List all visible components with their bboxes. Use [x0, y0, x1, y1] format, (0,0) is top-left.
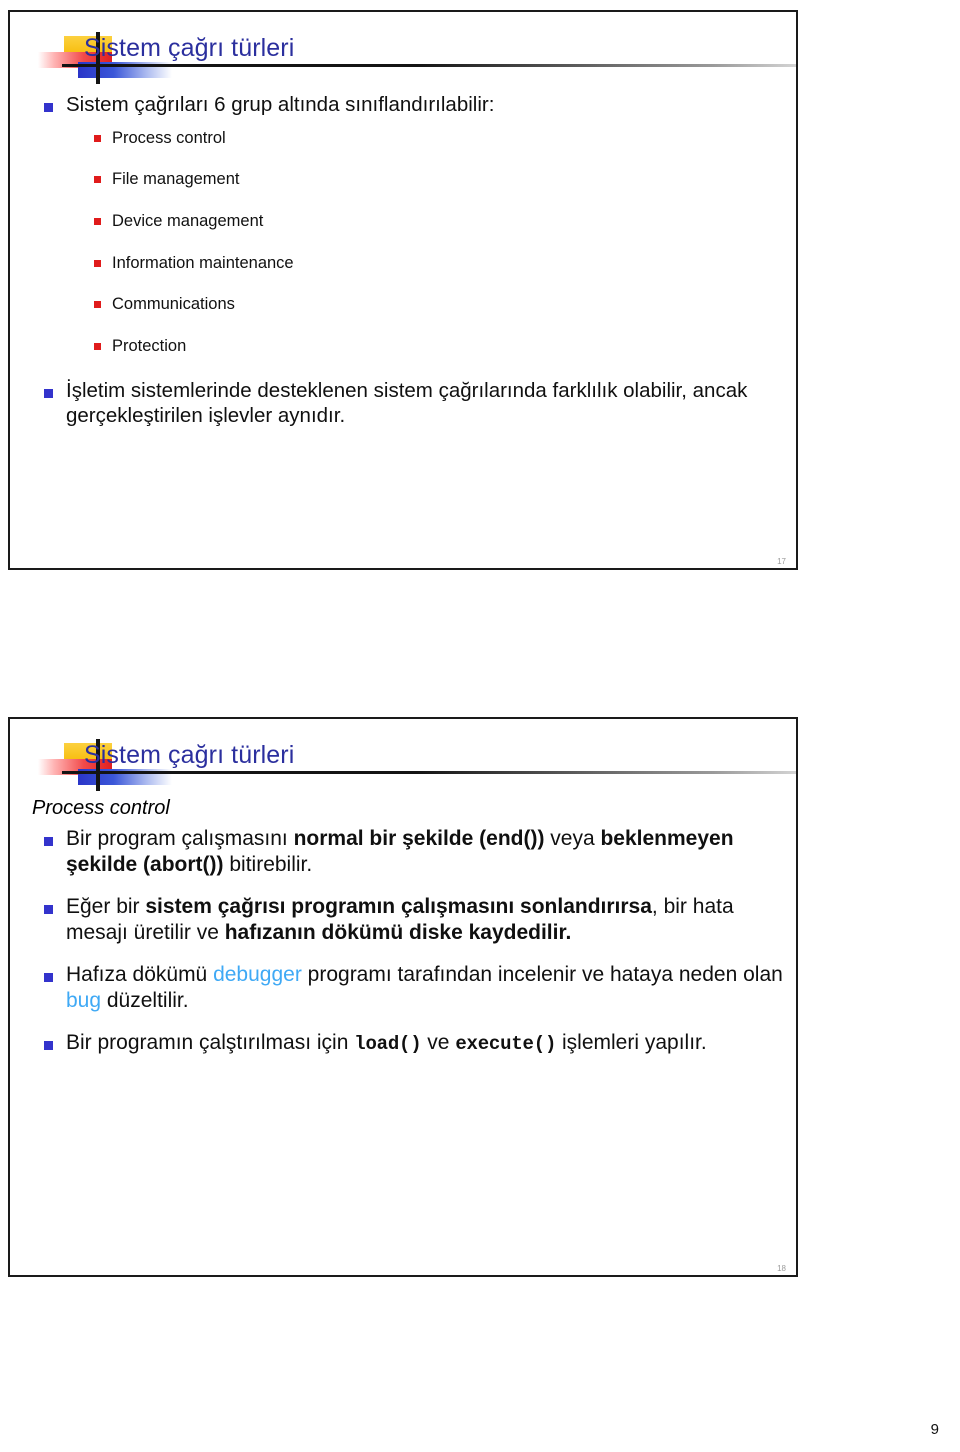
- bullet-marker-icon: [94, 342, 101, 350]
- bullet-marker-icon: [94, 259, 101, 267]
- list-item: Protection: [66, 336, 796, 357]
- bullet-text-run: Bir program çalışmasını: [66, 827, 294, 850]
- list-item: Hafıza dökümü debugger programı tarafınd…: [10, 962, 796, 1015]
- bullet-text-run: execute(): [455, 1032, 557, 1055]
- bullet-text-run: Bir programın çalştırılması için: [66, 1030, 355, 1054]
- bullet-text-run: programı tarafından incelenir ve hataya …: [301, 962, 783, 986]
- list-item: Information maintenance: [66, 253, 796, 274]
- bullet-text-run: sistem çağrısı programın çalışmasını son…: [145, 894, 652, 918]
- bullet-text: File management: [112, 170, 240, 189]
- bullet-text: Information maintenance: [112, 253, 294, 272]
- slide-title: Sistem çağrı türleri: [84, 741, 295, 769]
- list-item: File management: [66, 169, 796, 190]
- bullet-marker-icon: [44, 904, 53, 914]
- list-item: Communications: [66, 294, 796, 315]
- document-page-number: 9: [930, 1421, 939, 1438]
- slide-body: Process control Bir program çalışmasını …: [10, 797, 796, 1072]
- bullet-text-run: bitirebilir.: [223, 853, 313, 877]
- list-item: Eğer bir sistem çağrısı programın çalışm…: [10, 894, 796, 947]
- decoration-horizontal-rule: [62, 64, 796, 67]
- bullet-marker-icon: [94, 134, 101, 142]
- decoration-horizontal-rule: [62, 771, 796, 774]
- list-item: Device management: [66, 211, 796, 232]
- bullet-marker-icon: [94, 176, 101, 184]
- bullet-text-run: load(): [354, 1032, 422, 1055]
- list-item: Process control: [66, 128, 796, 149]
- slide-number: 18: [777, 1264, 786, 1273]
- list-item: Bir programın çalştırılması için load() …: [10, 1030, 796, 1057]
- bullet-text-run: düzeltilir.: [101, 989, 189, 1013]
- bullet-marker-icon: [94, 218, 101, 226]
- bullet-text: Device management: [112, 212, 264, 231]
- slide-number: 17: [777, 557, 786, 566]
- bullet-text-run: debugger: [213, 962, 302, 986]
- bullet-text-run: işlemleri yapılır.: [556, 1030, 707, 1054]
- list-item: İşletim sistemlerinde desteklenen sistem…: [10, 378, 796, 430]
- bullet-marker-icon: [44, 972, 53, 982]
- bullet-text: İşletim sistemlerinde desteklenen sistem…: [66, 378, 748, 428]
- bullet-text: Sistem çağrıları 6 grup altında sınıflan…: [66, 93, 495, 116]
- bullet-text-run: hafızanın dökümü diske kaydedilir.: [224, 921, 572, 945]
- decoration-blue-bar-icon: [78, 769, 172, 785]
- bullet-list-level2: Process control File management Device m…: [66, 128, 796, 357]
- slide-subheading: Process control: [32, 797, 170, 819]
- bullet-marker-icon: [44, 837, 53, 846]
- decoration-blue-bar-icon: [78, 62, 172, 78]
- slide-title: Sistem çağrı türleri: [84, 34, 295, 62]
- bullet-text-run: Hafıza dökümü: [66, 962, 214, 986]
- bullet-list-level1: Sistem çağrıları 6 grup altında sınıflan…: [10, 92, 796, 429]
- bullet-text: Protection: [112, 336, 187, 355]
- bullet-text-run: normal bir şekilde (end()): [293, 827, 545, 850]
- bullet-marker-icon: [44, 103, 53, 112]
- bullet-marker-icon: [44, 388, 53, 398]
- bullet-marker-icon: [44, 1040, 53, 1050]
- bullet-text-run: bug: [66, 989, 102, 1013]
- bullet-text-run: Eğer bir: [66, 894, 146, 918]
- slide-2: Sistem çağrı türleri Process control Bir…: [8, 717, 798, 1277]
- list-item: Bir program çalışmasını normal bir şekil…: [10, 826, 796, 879]
- slide-body: Sistem çağrıları 6 grup altında sınıflan…: [10, 92, 796, 436]
- slide-1: Sistem çağrı türleri Sistem çağrıları 6 …: [8, 10, 798, 570]
- bullet-marker-icon: [94, 301, 101, 309]
- bullet-text-run: veya: [544, 827, 601, 850]
- bullet-text-run: ve: [421, 1030, 456, 1054]
- list-item: Sistem çağrıları 6 grup altında sınıflan…: [10, 92, 796, 357]
- document-page: Sistem çağrı türleri Sistem çağrıları 6 …: [0, 0, 960, 1452]
- bullet-list-level1: Bir program çalışmasını normal bir şekil…: [10, 826, 796, 1057]
- bullet-text: Process control: [112, 128, 226, 147]
- bullet-text: Communications: [112, 295, 235, 314]
